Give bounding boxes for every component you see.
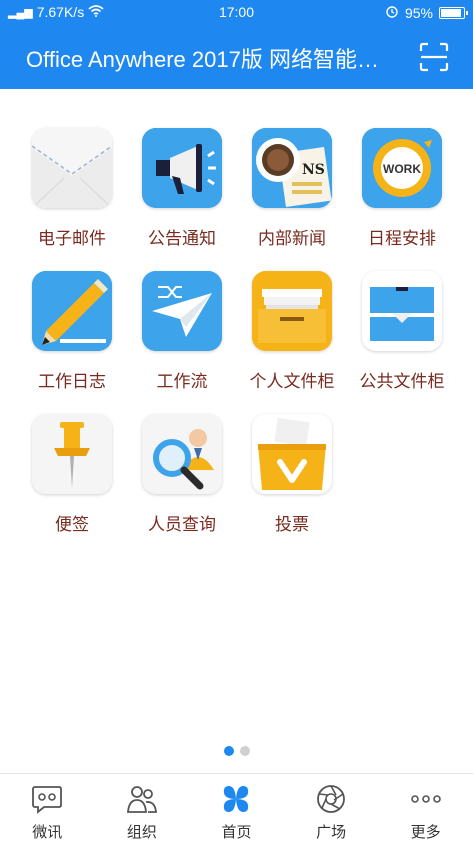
app-tile-notice[interactable]: 公告通知	[127, 128, 237, 258]
tab-label: 首页	[221, 823, 252, 841]
megaphone-icon	[142, 128, 222, 208]
schedule-icon: WORK	[362, 128, 442, 208]
bottom-tab-bar: 微讯 组织 首页 广场 更多	[0, 773, 473, 841]
chat-icon	[32, 786, 63, 814]
tab-weixun[interactable]: 微讯	[0, 774, 95, 841]
status-right: 95%	[385, 4, 468, 21]
app-label: 工作流	[156, 372, 208, 392]
tab-square[interactable]: 广场	[284, 774, 379, 841]
tab-label: 广场	[316, 823, 347, 841]
app-tile-journal[interactable]: 工作日志	[17, 271, 127, 401]
page-dot[interactable]	[239, 746, 250, 756]
battery-percent: 95%	[404, 4, 433, 21]
tab-org[interactable]: 组织	[95, 774, 190, 841]
pushpin-icon	[32, 414, 112, 494]
app-bar: Office Anywhere 2017版 网络智能…	[0, 26, 473, 89]
journal-pencil-icon	[32, 271, 112, 351]
page-title: Office Anywhere 2017版 网络智能…	[26, 47, 379, 72]
mail-icon	[32, 128, 112, 208]
app-tile-workflow[interactable]: 工作流	[127, 271, 237, 401]
vote-box-icon	[252, 414, 332, 494]
scan-icon	[419, 42, 449, 72]
page-indicator	[0, 746, 473, 756]
app-tile-news[interactable]: NS 内部新闻	[237, 128, 347, 258]
workflow-plane-icon	[142, 271, 222, 351]
app-tile-schedule[interactable]: WORK 日程安排	[347, 128, 457, 258]
app-label: 日程安排	[368, 229, 436, 249]
svg-text:WORK: WORK	[383, 162, 421, 176]
tab-label: 更多	[410, 823, 441, 841]
app-label: 个人文件柜	[249, 372, 335, 392]
more-icon	[410, 795, 441, 803]
aperture-icon	[317, 785, 345, 813]
page-dot-active[interactable]	[223, 746, 234, 756]
app-label: 工作日志	[38, 372, 106, 392]
app-tile-person-search[interactable]: 人员查询	[127, 414, 237, 544]
app-tile-notes[interactable]: 便签	[17, 414, 127, 544]
tab-label: 微讯	[32, 823, 63, 841]
app-label: 电子邮件	[38, 229, 106, 249]
app-tile-public-cabinet[interactable]: 公共文件柜	[347, 271, 457, 401]
app-label: 便签	[55, 515, 89, 535]
app-tile-personal-cabinet[interactable]: 个人文件柜	[237, 271, 347, 401]
battery-fill	[441, 8, 461, 17]
app-label: 内部新闻	[258, 229, 326, 249]
personal-cabinet-icon	[252, 271, 332, 351]
news-icon: NS	[252, 128, 332, 208]
app-tile-vote[interactable]: 投票	[237, 414, 347, 544]
person-search-icon	[142, 414, 222, 494]
app-label: 投票	[275, 515, 309, 535]
tab-label: 组织	[126, 823, 157, 841]
tab-home[interactable]: 首页	[189, 774, 284, 841]
people-icon	[126, 786, 157, 813]
home-grid-icon	[224, 786, 249, 812]
status-bar: ▂▄▆ 7.67K/s 17:00 95%	[0, 0, 473, 26]
svg-text:NS: NS	[302, 162, 325, 178]
app-tile-mail[interactable]: 电子邮件	[17, 128, 127, 258]
scan-button[interactable]	[419, 42, 449, 72]
tab-more[interactable]: 更多	[378, 774, 473, 841]
app-label: 人员查询	[148, 515, 216, 535]
app-label: 公告通知	[148, 229, 216, 249]
battery-icon	[439, 6, 468, 19]
public-cabinet-icon	[362, 271, 442, 351]
alarm-icon	[385, 4, 399, 21]
app-label: 公共文件柜	[359, 372, 445, 392]
